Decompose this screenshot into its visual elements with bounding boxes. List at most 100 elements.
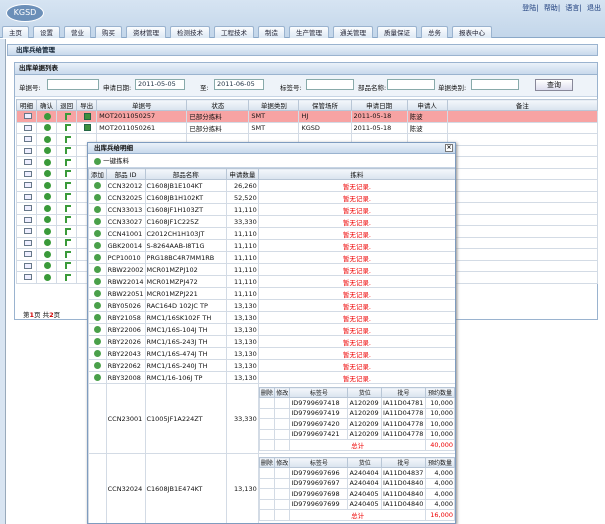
add-icon[interactable] xyxy=(93,218,101,225)
edit-cell[interactable] xyxy=(274,488,291,500)
nav-tab[interactable]: 报表中心 xyxy=(452,26,492,38)
nav-tab[interactable]: 制造 xyxy=(258,26,285,38)
add-icon[interactable] xyxy=(93,194,101,201)
add-icon[interactable] xyxy=(93,338,101,345)
detail-icon[interactable] xyxy=(23,228,32,235)
delete-cell[interactable] xyxy=(258,418,276,430)
return-icon[interactable] xyxy=(64,181,71,189)
confirm-icon[interactable] xyxy=(44,216,52,224)
detail-icon[interactable] xyxy=(23,170,32,177)
date-to-input[interactable]: 2011-06-05 xyxy=(214,79,264,90)
add-icon[interactable] xyxy=(93,302,101,309)
confirm-icon[interactable] xyxy=(44,204,52,212)
delete-cell[interactable] xyxy=(258,477,276,489)
delete-cell[interactable] xyxy=(258,498,276,510)
help-link[interactable]: 帮助 xyxy=(544,4,558,12)
return-icon[interactable] xyxy=(64,273,71,281)
edit-cell[interactable] xyxy=(274,498,291,510)
nav-tab[interactable]: 设置 xyxy=(33,26,60,38)
return-icon[interactable] xyxy=(64,135,71,143)
add-icon[interactable] xyxy=(93,290,101,297)
add-icon[interactable] xyxy=(93,350,101,357)
edit-cell[interactable] xyxy=(274,418,291,430)
close-icon[interactable]: × xyxy=(445,144,453,152)
query-button[interactable]: 查询 xyxy=(535,79,573,91)
add-icon[interactable] xyxy=(93,374,101,381)
confirm-icon[interactable] xyxy=(44,112,52,120)
export-icon[interactable] xyxy=(84,112,92,120)
delete-cell[interactable] xyxy=(258,467,276,479)
detail-icon[interactable] xyxy=(23,113,32,120)
add-icon[interactable] xyxy=(93,182,101,189)
return-icon[interactable] xyxy=(64,227,71,235)
nav-tab[interactable]: 质量保证 xyxy=(377,26,417,38)
detail-icon[interactable] xyxy=(23,182,32,189)
detail-icon[interactable] xyxy=(23,205,32,212)
doc-type-select[interactable] xyxy=(471,79,519,90)
delete-cell[interactable] xyxy=(258,488,276,500)
add-icon[interactable] xyxy=(93,254,101,261)
delete-cell[interactable] xyxy=(258,407,276,419)
detail-icon[interactable] xyxy=(23,216,32,223)
edit-cell[interactable] xyxy=(274,407,291,419)
language-link[interactable]: 语言 xyxy=(565,4,579,12)
edit-cell[interactable] xyxy=(274,477,291,489)
return-icon[interactable] xyxy=(64,124,71,132)
nav-tab[interactable]: 通关管理 xyxy=(333,26,373,38)
confirm-icon[interactable] xyxy=(44,273,52,281)
add-icon[interactable] xyxy=(93,278,101,285)
return-icon[interactable] xyxy=(64,170,71,178)
add-icon[interactable] xyxy=(93,362,101,369)
detail-icon[interactable] xyxy=(23,136,32,143)
return-icon[interactable] xyxy=(64,250,71,258)
confirm-icon[interactable] xyxy=(44,181,52,189)
detail-icon[interactable] xyxy=(23,239,32,246)
nav-tab[interactable]: 购买 xyxy=(95,26,122,38)
confirm-icon[interactable] xyxy=(44,158,52,166)
add-icon[interactable] xyxy=(93,314,101,321)
add-icon[interactable] xyxy=(93,266,101,273)
nav-tab[interactable]: 营业 xyxy=(64,26,91,38)
nav-tab[interactable]: 工程技术 xyxy=(214,26,254,38)
detail-icon[interactable] xyxy=(23,147,32,154)
delete-cell[interactable] xyxy=(258,428,276,440)
date-from-input[interactable]: 2011-05-05 xyxy=(135,79,185,90)
sidebar-collapse-handle[interactable] xyxy=(0,39,6,524)
detail-icon[interactable] xyxy=(23,159,32,166)
detail-icon[interactable] xyxy=(23,124,32,131)
confirm-icon[interactable] xyxy=(44,262,52,270)
confirm-icon[interactable] xyxy=(44,135,52,143)
confirm-icon[interactable] xyxy=(44,239,52,247)
return-icon[interactable] xyxy=(64,239,71,247)
export-icon[interactable] xyxy=(84,124,92,132)
one-click-pick-button[interactable]: 一键拣料 xyxy=(88,154,455,168)
confirm-icon[interactable] xyxy=(44,250,52,258)
nav-tab[interactable]: 生产管理 xyxy=(289,26,329,38)
confirm-icon[interactable] xyxy=(44,124,52,132)
return-icon[interactable] xyxy=(64,262,71,270)
return-icon[interactable] xyxy=(64,147,71,155)
return-icon[interactable] xyxy=(64,193,71,201)
confirm-icon[interactable] xyxy=(44,193,52,201)
nav-tab[interactable]: 检测技术 xyxy=(170,26,210,38)
nav-tab[interactable]: 总务 xyxy=(421,26,448,38)
return-icon[interactable] xyxy=(64,204,71,212)
edit-cell[interactable] xyxy=(274,397,291,409)
nav-tab[interactable]: 主页 xyxy=(2,26,29,38)
table-row[interactable]: MOT2011050261 已部分拣料 SMT KGSD 2011-05-18 陈波 xyxy=(15,121,599,134)
part-name-input[interactable] xyxy=(387,79,435,90)
confirm-icon[interactable] xyxy=(44,227,52,235)
detail-icon[interactable] xyxy=(23,262,32,269)
detail-icon[interactable] xyxy=(23,251,32,258)
tag-input[interactable] xyxy=(306,79,354,90)
confirm-icon[interactable] xyxy=(44,147,52,155)
add-icon[interactable] xyxy=(93,242,101,249)
return-icon[interactable] xyxy=(64,112,71,120)
confirm-icon[interactable] xyxy=(44,170,52,178)
detail-icon[interactable] xyxy=(23,274,32,281)
nav-tab[interactable]: 资材管理 xyxy=(126,26,166,38)
add-icon[interactable] xyxy=(93,206,101,213)
doc-no-input[interactable] xyxy=(47,79,99,90)
add-icon[interactable] xyxy=(93,326,101,333)
delete-cell[interactable] xyxy=(258,397,276,409)
